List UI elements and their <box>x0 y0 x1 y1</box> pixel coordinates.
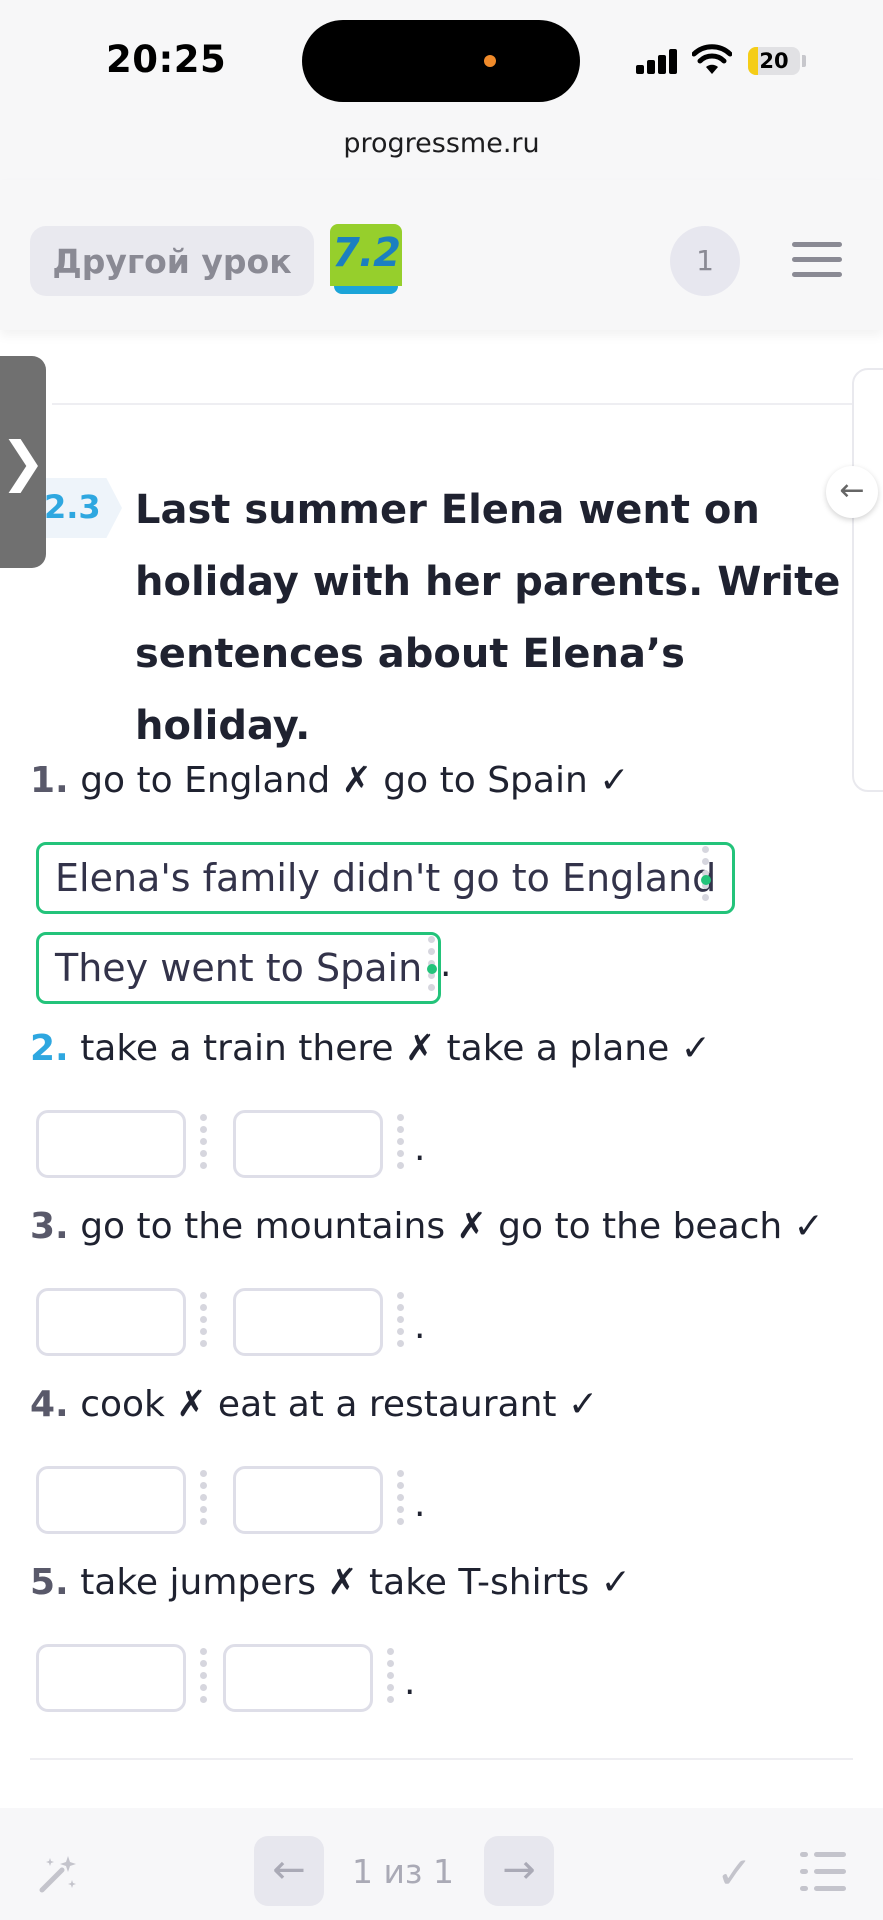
signal-icon <box>636 48 680 74</box>
battery-tip <box>802 55 806 67</box>
bottom-toolbar: ← 1 из 1 → ✓ <box>0 1808 883 1920</box>
browser-url-bar[interactable]: progressme.ru <box>0 120 883 180</box>
status-time: 20:25 <box>106 38 227 81</box>
checkmark-icon[interactable]: ✓ <box>716 1848 753 1899</box>
exercise-item: 1. go to England ✗ go to Spain ✓ <box>30 760 629 801</box>
item-number: 4. <box>30 1384 69 1425</box>
item-number: 2. <box>30 1028 69 1069</box>
drag-handle-icon[interactable] <box>700 844 710 904</box>
answer-field[interactable] <box>36 1110 186 1178</box>
correct-indicator-dot <box>701 875 711 885</box>
side-panel-toggle[interactable]: ❯ <box>0 356 46 568</box>
section-divider <box>52 403 852 405</box>
answer-field[interactable]: They went to Spain <box>36 932 442 1004</box>
magic-wand-icon[interactable] <box>36 1852 80 1896</box>
drag-handle-icon[interactable] <box>198 1112 208 1172</box>
arrow-left-icon: ← <box>272 1847 306 1893</box>
section-divider <box>30 1758 853 1760</box>
sentence-period: . <box>414 1128 426 1169</box>
drag-handle-icon[interactable] <box>395 1468 405 1528</box>
sentence-period: . <box>414 1484 426 1525</box>
exercise-item: 4. cook ✗ eat at a restaurant ✓ <box>30 1384 598 1425</box>
unit-badge-label: 7.2 <box>332 230 401 276</box>
answer-field[interactable] <box>36 1288 186 1356</box>
right-side-panel[interactable] <box>852 368 883 792</box>
unit-badge[interactable]: 7.2 <box>330 224 402 298</box>
exercise-item: 2. take a train there ✗ take a plane ✓ <box>30 1028 711 1069</box>
drag-handle-icon[interactable] <box>395 1290 405 1350</box>
item-prompt: cook ✗ eat at a restaurant ✓ <box>80 1384 599 1425</box>
wifi-icon <box>692 44 732 74</box>
answer-field[interactable] <box>233 1288 383 1356</box>
prev-page-button[interactable]: ← <box>254 1836 324 1906</box>
drag-handle-icon[interactable] <box>198 1646 208 1706</box>
app-header: Другой урок 7.2 1 <box>0 180 883 330</box>
drag-handle-icon[interactable] <box>198 1468 208 1528</box>
answer-field[interactable] <box>36 1466 186 1534</box>
status-bar: 20:25 20 <box>0 0 883 120</box>
drag-handle-icon[interactable] <box>385 1646 395 1706</box>
unit-badge-stripe <box>334 286 398 294</box>
list-icon[interactable] <box>800 1852 846 1892</box>
answer-field[interactable]: Elena's family didn't go to England <box>36 842 736 914</box>
exercise-item: 3. go to the mountains ✗ go to the beach… <box>30 1206 824 1247</box>
exercise-item: 5. take jumpers ✗ take T-shirts ✓ <box>30 1562 631 1603</box>
url-text[interactable]: progressme.ru <box>0 128 883 159</box>
next-page-button[interactable]: → <box>484 1836 554 1906</box>
battery-level: 20 <box>759 49 789 73</box>
counter-badge[interactable]: 1 <box>670 226 740 296</box>
camera-indicator-dot <box>484 55 496 67</box>
item-prompt: go to the mountains ✗ go to the beach ✓ <box>80 1206 824 1247</box>
chevron-right-icon: ❯ <box>0 430 46 493</box>
sentence-period: . <box>440 944 452 985</box>
answer-field[interactable] <box>233 1466 383 1534</box>
correct-indicator-dot <box>427 964 437 974</box>
answer-field[interactable] <box>233 1110 383 1178</box>
answer-field[interactable] <box>36 1644 186 1712</box>
item-prompt: go to England ✗ go to Spain ✓ <box>80 760 630 801</box>
item-prompt: take jumpers ✗ take T-shirts ✓ <box>80 1562 631 1603</box>
other-lesson-button[interactable]: Другой урок <box>30 226 314 296</box>
item-number: 1. <box>30 760 69 801</box>
item-prompt: take a train there ✗ take a plane ✓ <box>80 1028 711 1069</box>
drag-handle-icon[interactable] <box>198 1290 208 1350</box>
battery-icon: 20 <box>748 47 800 75</box>
task-instruction: Last summer Elena went on holiday with h… <box>135 487 841 749</box>
item-number: 5. <box>30 1562 69 1603</box>
page-indicator: 1 из 1 <box>352 1852 454 1891</box>
dynamic-island <box>302 20 580 102</box>
hamburger-icon[interactable] <box>792 242 842 278</box>
answer-field[interactable] <box>223 1644 373 1712</box>
sentence-period: . <box>414 1306 426 1347</box>
drag-handle-icon[interactable] <box>395 1112 405 1172</box>
sentence-period: . <box>404 1662 416 1703</box>
arrow-right-icon: → <box>502 1847 536 1893</box>
item-number: 3. <box>30 1206 69 1247</box>
task-number: 2.3 <box>44 488 101 526</box>
